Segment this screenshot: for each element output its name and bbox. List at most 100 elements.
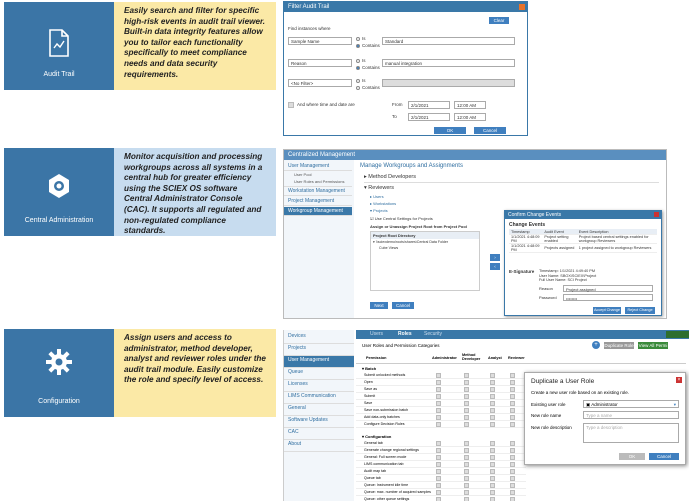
contains-radio[interactable] <box>356 66 360 70</box>
permission-checkbox[interactable] <box>464 489 469 495</box>
to-time-input[interactable]: 12:00 AM <box>454 113 486 121</box>
permission-checkbox[interactable] <box>464 454 469 460</box>
permission-checkbox[interactable] <box>464 372 469 378</box>
permission-checkbox[interactable] <box>436 386 441 392</box>
permission-checkbox[interactable] <box>436 372 441 378</box>
permission-checkbox[interactable] <box>510 393 515 399</box>
permission-checkbox[interactable] <box>464 400 469 406</box>
permission-checkbox[interactable] <box>436 475 441 481</box>
permission-checkbox[interactable] <box>490 496 495 501</box>
permission-checkbox[interactable] <box>464 440 469 446</box>
field-select[interactable]: <No Filter> <box>288 79 352 87</box>
value-select[interactable]: Standard <box>382 37 515 45</box>
table-row[interactable]: 1/1/2021 4:48:09 PM Project setting enabl… <box>509 234 657 244</box>
duplicate-role-button[interactable]: Duplicate Role <box>604 342 634 349</box>
new-role-desc-input[interactable]: Type a description <box>583 423 679 443</box>
value-select[interactable]: manual integration <box>382 59 515 67</box>
permission-checkbox[interactable] <box>436 379 441 385</box>
to-date-input[interactable]: 2/1/2021 <box>408 113 450 121</box>
sidebar-item-user-management[interactable]: User Management <box>284 356 354 368</box>
sidebar-item-queue[interactable]: Queue <box>284 368 354 380</box>
permission-checkbox[interactable] <box>510 482 515 488</box>
permission-checkbox[interactable] <box>436 482 441 488</box>
permission-checkbox[interactable] <box>436 489 441 495</box>
permission-checkbox[interactable] <box>436 393 441 399</box>
permission-checkbox[interactable] <box>510 496 515 501</box>
permission-checkbox[interactable] <box>436 414 441 420</box>
sidebar-item-user-management[interactable]: User Management <box>284 162 352 171</box>
permission-checkbox[interactable] <box>490 461 495 467</box>
sidebar-item-cac[interactable]: CAC <box>284 428 354 440</box>
permission-checkbox[interactable] <box>490 489 495 495</box>
method-developers-group[interactable]: ▸ Method Developers <box>364 174 659 183</box>
field-select[interactable]: Reason <box>288 59 352 67</box>
permission-checkbox[interactable] <box>490 454 495 460</box>
group-batch[interactable]: ▾ Batch <box>362 366 376 371</box>
table-row[interactable]: 1/1/2021 4:48:09 PM Projects assigned 1 pr… <box>509 243 657 253</box>
permission-checkbox[interactable] <box>510 379 515 385</box>
permission-checkbox[interactable] <box>490 372 495 378</box>
cancel-button[interactable]: Cancel <box>474 127 506 134</box>
permission-checkbox[interactable] <box>464 496 469 501</box>
sidebar-item-project[interactable]: Project Management <box>284 197 352 206</box>
is-radio[interactable] <box>356 79 360 83</box>
permission-checkbox[interactable] <box>510 421 515 427</box>
sidebar-item-general[interactable]: General <box>284 404 354 416</box>
accept-change-button[interactable]: Accept Change <box>593 307 621 314</box>
permission-checkbox[interactable] <box>510 440 515 446</box>
arrow-right-button[interactable]: › <box>490 254 500 261</box>
permission-checkbox[interactable] <box>490 393 495 399</box>
contains-radio[interactable] <box>356 44 360 48</box>
permission-checkbox[interactable] <box>464 379 469 385</box>
tab-security[interactable]: Security <box>424 331 442 337</box>
permission-checkbox[interactable] <box>464 475 469 481</box>
new-role-name-input[interactable]: Type a name <box>583 411 679 419</box>
permission-checkbox[interactable] <box>510 414 515 420</box>
reviewers-group[interactable]: ▾ Reviewers <box>364 185 394 191</box>
permission-checkbox[interactable] <box>490 440 495 446</box>
permission-checkbox[interactable] <box>464 468 469 474</box>
permission-checkbox[interactable] <box>436 421 441 427</box>
sub-users[interactable]: ▸ Users <box>370 194 384 199</box>
sidebar-item-projects[interactable]: Projects <box>284 344 354 356</box>
from-time-input[interactable]: 12:00 AM <box>454 101 486 109</box>
sidebar-item-workgroup[interactable]: Workgroup Management <box>284 207 352 216</box>
permission-checkbox[interactable] <box>464 421 469 427</box>
permission-checkbox[interactable] <box>436 461 441 467</box>
permission-checkbox[interactable] <box>490 468 495 474</box>
reason-input[interactable]: Project assigned <box>563 285 653 292</box>
permission-checkbox[interactable] <box>510 386 515 392</box>
permission-checkbox[interactable] <box>490 407 495 413</box>
permission-checkbox[interactable] <box>510 489 515 495</box>
is-radio[interactable] <box>356 59 360 63</box>
contains-radio[interactable] <box>356 86 360 90</box>
next-button[interactable]: Next <box>370 302 388 309</box>
sidebar-item-about[interactable]: About <box>284 440 354 452</box>
close-icon[interactable] <box>654 212 659 217</box>
group-configuration[interactable]: ▾ Configuration <box>362 434 391 439</box>
existing-role-select[interactable]: ▣ Administrator ▾ <box>583 400 679 408</box>
permission-checkbox[interactable] <box>490 475 495 481</box>
sidebar-item-software-updates[interactable]: Software Updates <box>284 416 354 428</box>
permission-checkbox[interactable] <box>490 386 495 392</box>
cancel-button[interactable]: Cancel <box>392 302 414 309</box>
is-radio[interactable] <box>356 37 360 41</box>
permission-checkbox[interactable] <box>464 482 469 488</box>
clear-button[interactable]: Clear <box>489 17 509 24</box>
tab-users[interactable]: Users <box>370 331 383 337</box>
permission-checkbox[interactable] <box>510 454 515 460</box>
reject-change-button[interactable]: Reject Change <box>625 307 655 314</box>
time-date-checkbox[interactable] <box>288 102 294 108</box>
add-icon[interactable]: + <box>592 341 600 349</box>
tab-roles[interactable]: Roles <box>398 331 412 337</box>
permission-checkbox[interactable] <box>436 496 441 501</box>
permission-checkbox[interactable] <box>510 447 515 453</box>
list-item[interactable]: Cube Views <box>371 245 479 251</box>
permission-checkbox[interactable] <box>464 414 469 420</box>
permission-checkbox[interactable] <box>436 468 441 474</box>
ok-button[interactable]: OK <box>619 453 645 460</box>
value-select[interactable] <box>382 79 515 87</box>
permission-checkbox[interactable] <box>464 447 469 453</box>
cancel-button[interactable]: Cancel <box>649 453 679 460</box>
permission-checkbox[interactable] <box>510 407 515 413</box>
